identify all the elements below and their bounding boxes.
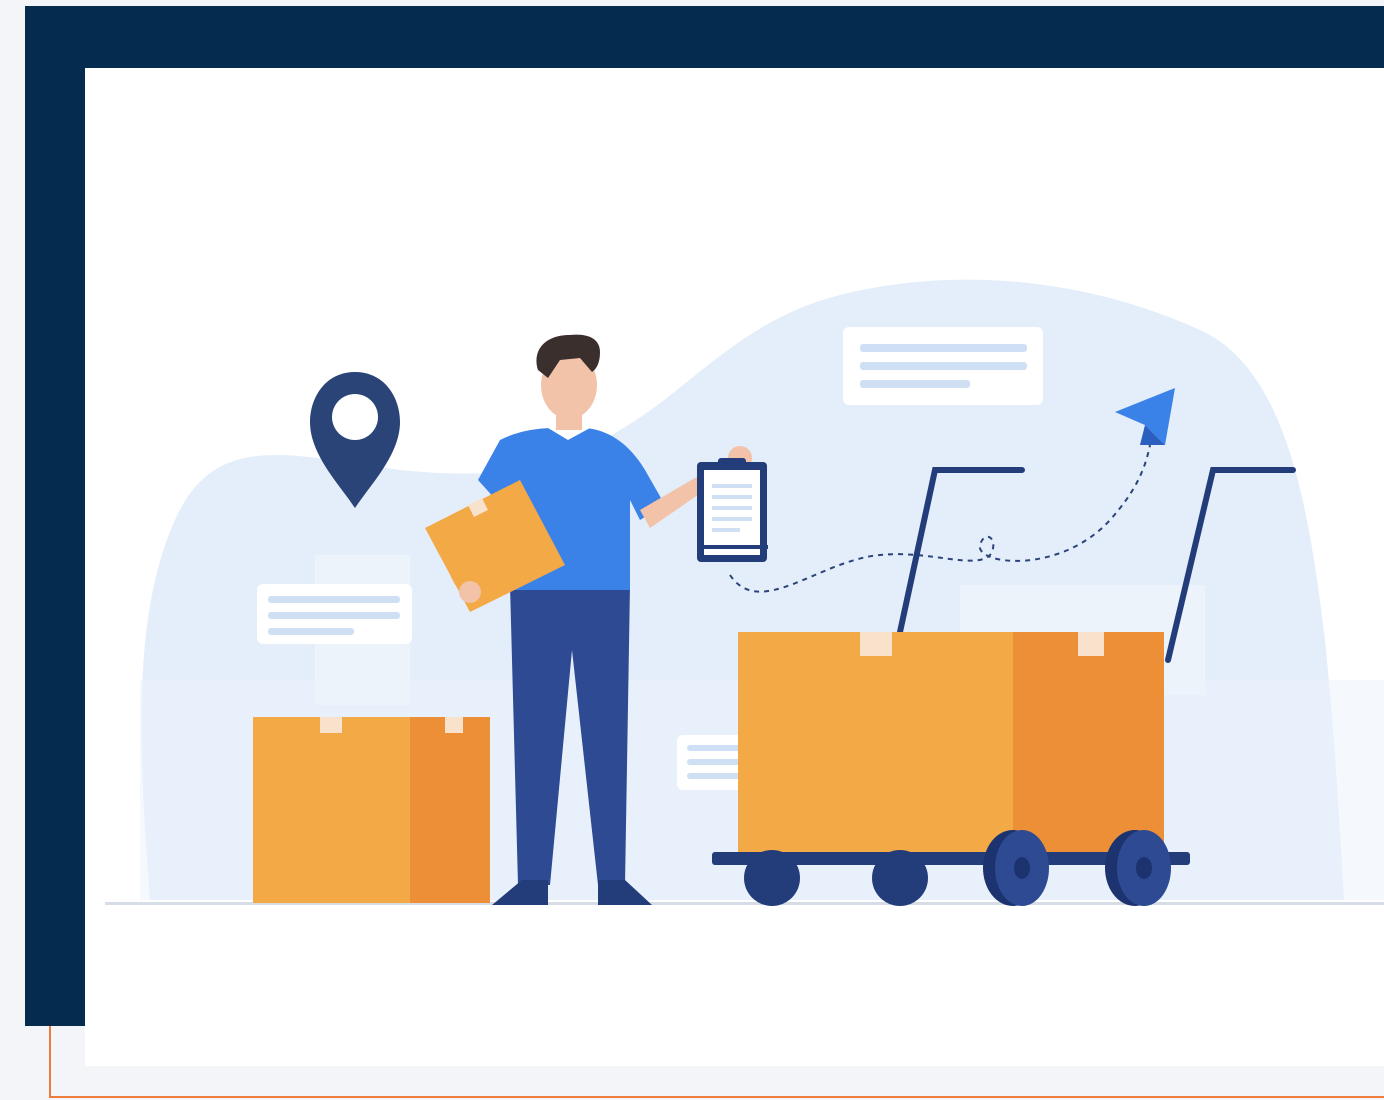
cart-wheel (1105, 830, 1171, 906)
cart-wheel (983, 830, 1049, 906)
info-card-icon (843, 327, 1043, 405)
delivery-illustration (105, 279, 1384, 906)
cart-wheel (872, 850, 928, 906)
cart-cardboard-box (738, 632, 1164, 854)
clipboard-icon (697, 458, 768, 562)
info-card-icon (257, 584, 412, 644)
left-cardboard-box (253, 717, 490, 903)
cart-wheel (744, 850, 800, 906)
worker-hand (459, 581, 481, 603)
